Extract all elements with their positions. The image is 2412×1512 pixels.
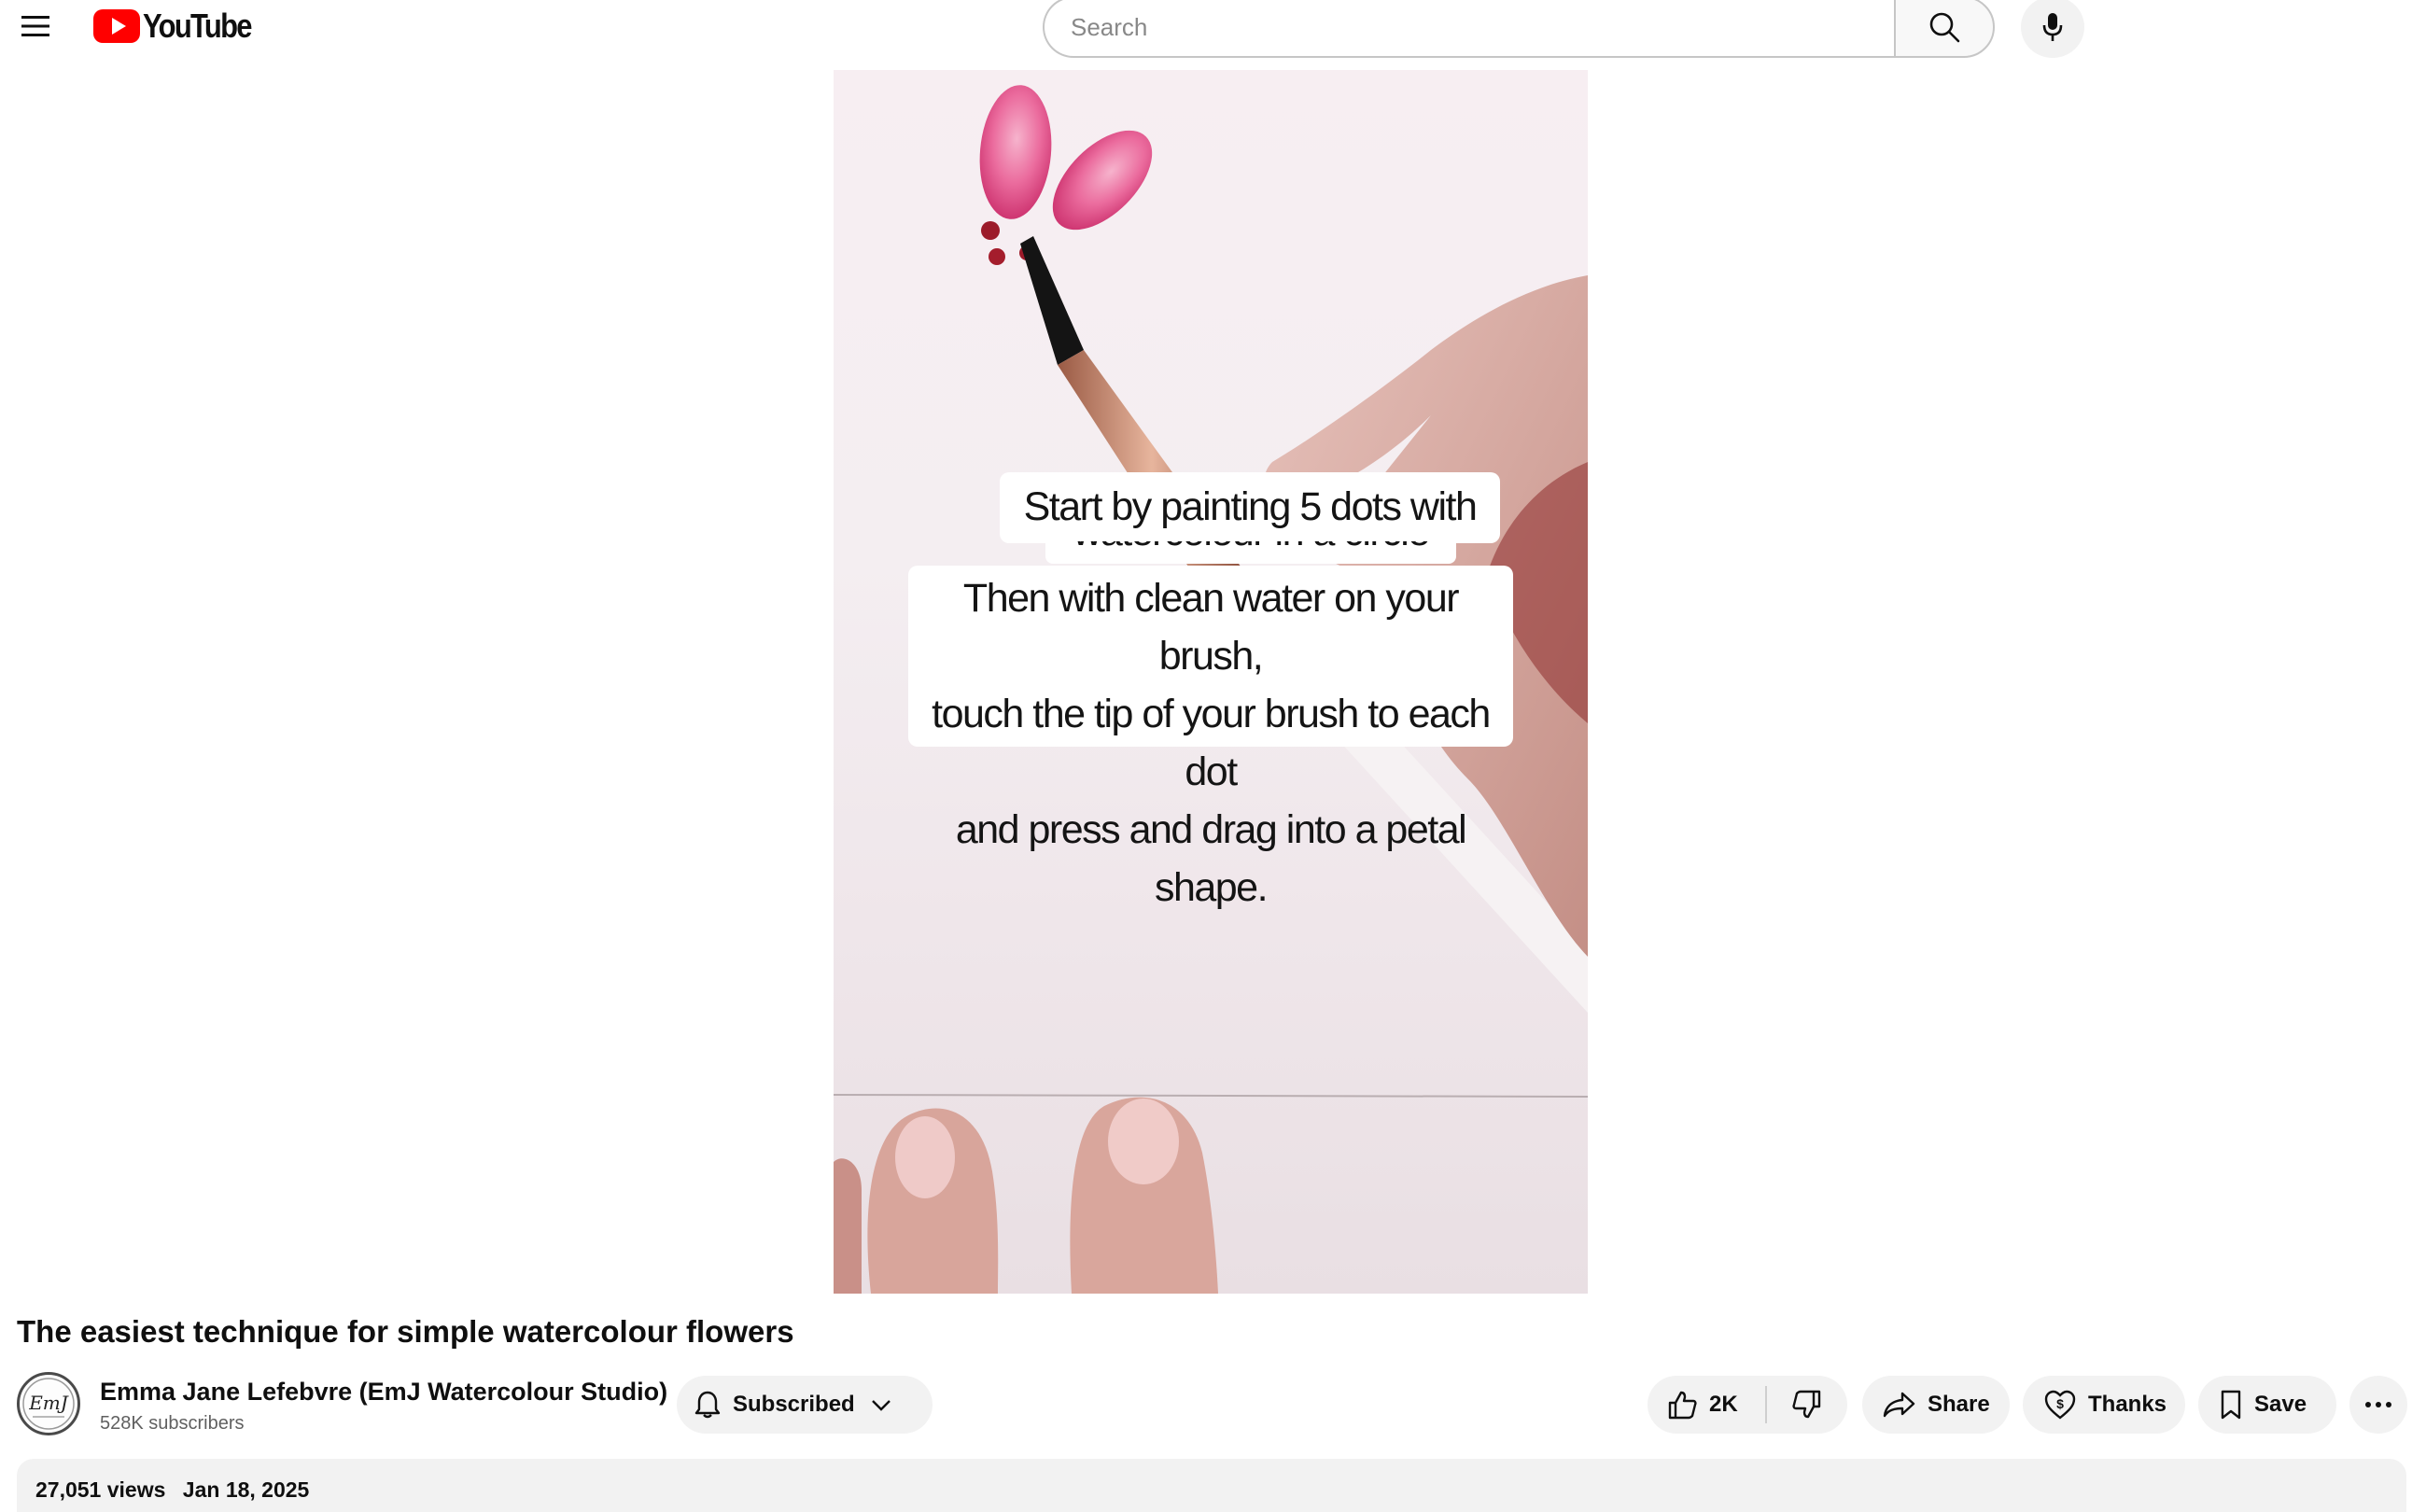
publish-date: Jan 18, 2025 <box>182 1477 310 1502</box>
bell-icon <box>694 1391 721 1419</box>
search-box <box>1043 0 1995 58</box>
caption-line-3: Then with clean water on your brush, <box>962 576 1460 679</box>
save-label: Save <box>2254 1392 2307 1417</box>
thanks-label: Thanks <box>2088 1392 2167 1417</box>
like-count: 2K <box>1709 1392 1738 1417</box>
microphone-icon <box>2042 13 2063 41</box>
share-button[interactable]: Share <box>1862 1376 2010 1434</box>
share-label: Share <box>1928 1392 1990 1417</box>
caption-line-5: and press and drag into a petal shape. <box>955 807 1467 910</box>
like-button[interactable]: 2K <box>1648 1376 1765 1434</box>
view-count: 27,051 views <box>35 1477 166 1502</box>
voice-search-button[interactable] <box>2021 0 2084 58</box>
channel-name[interactable]: Emma Jane Lefebvre (EmJ Watercolour Stud… <box>100 1378 667 1407</box>
fingers-holding-paper <box>834 1097 1218 1294</box>
painted-petals <box>979 85 1153 265</box>
dislike-button[interactable] <box>1767 1376 1847 1434</box>
save-button[interactable]: Save <box>2198 1376 2336 1434</box>
more-actions-button[interactable] <box>2349 1376 2407 1434</box>
caption-line-1: Start by painting 5 dots with <box>1000 472 1500 543</box>
caption-line-2-partial: watercolour in a circle <box>1045 541 1456 564</box>
video-player[interactable]: Start by painting 5 dots with watercolou… <box>834 70 1588 1294</box>
channel-avatar[interactable]: EmJ <box>17 1372 80 1435</box>
description-meta: 27,051 views Jan 18, 2025 <box>35 1477 309 1503</box>
youtube-play-icon <box>93 9 140 43</box>
guide-menu-button[interactable] <box>13 7 58 45</box>
logo-wordmark: YouTube <box>143 7 253 45</box>
share-arrow-icon <box>1883 1392 1915 1418</box>
subscribed-label: Subscribed <box>733 1392 855 1417</box>
thanks-button[interactable]: $ Thanks <box>2023 1376 2185 1434</box>
thumbs-down-icon <box>1792 1390 1821 1419</box>
subscriber-count: 528K subscribers <box>100 1413 245 1434</box>
caption-block-2: Then with clean water on your brush, tou… <box>908 566 1513 910</box>
caption-line-4: touch the tip of your brush to each dot <box>932 692 1491 794</box>
thumbs-up-icon <box>1668 1391 1697 1420</box>
subscribed-button[interactable]: Subscribed <box>677 1376 933 1434</box>
magnifier-search-icon <box>1929 12 1960 43</box>
search-input[interactable] <box>1043 0 1894 58</box>
masthead: YouTube <box>0 0 2412 60</box>
svg-text:$: $ <box>2056 1396 2064 1411</box>
svg-text:EmJ: EmJ <box>28 1392 69 1414</box>
description-box[interactable]: 27,051 views Jan 18, 2025 <box>17 1459 2406 1512</box>
owner-and-actions-row: EmJ Emma Jane Lefebvre (EmJ Watercolour … <box>17 1370 2407 1437</box>
chevron-down-icon <box>870 1397 892 1412</box>
heart-dollar-icon: $ <box>2044 1390 2076 1420</box>
more-horizontal-icon <box>2365 1402 2391 1407</box>
youtube-logo[interactable]: YouTube <box>93 6 269 47</box>
bookmark-icon <box>2221 1390 2241 1420</box>
channel-logo-icon: EmJ <box>22 1378 75 1430</box>
video-title: The easiest technique for simple waterco… <box>17 1314 794 1349</box>
search-button[interactable] <box>1894 0 1995 58</box>
hamburger-menu-icon <box>21 16 49 36</box>
like-dislike-group: 2K <box>1648 1376 1847 1434</box>
